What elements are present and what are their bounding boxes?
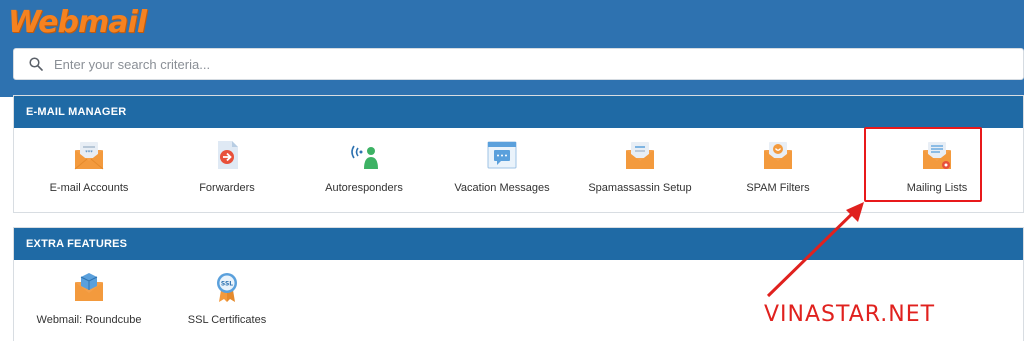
autoresponders-item[interactable]: Autoresponders xyxy=(299,128,429,212)
forwarders-icon xyxy=(218,141,238,169)
top-bar xyxy=(0,0,1024,47)
search-input[interactable] xyxy=(54,53,954,75)
webmail-logo[interactable]: Webmail xyxy=(8,5,147,40)
vacation-messages-label: Vacation Messages xyxy=(454,182,550,194)
watermark-text: VINASTAR.NET xyxy=(764,302,936,327)
ssl-certificates-label: SSL Certificates xyxy=(187,314,267,326)
roundcube-label: Webmail: Roundcube xyxy=(36,314,142,326)
envelope-accounts-icon: *** xyxy=(74,142,104,170)
ssl-certificates-item[interactable]: SSL SSL Certificates xyxy=(162,260,292,341)
search-bar[interactable] xyxy=(13,48,1024,80)
email-accounts-label: E-mail Accounts xyxy=(49,182,129,194)
extra-features-title: EXTRA FEATURES xyxy=(14,228,1023,260)
spamassassin-label: Spamassassin Setup xyxy=(588,182,692,194)
forwarders-item[interactable]: Forwarders xyxy=(162,128,292,212)
vacation-messages-icon xyxy=(487,141,517,169)
spam-filters-icon xyxy=(764,142,792,169)
autoresponders-icon xyxy=(351,145,378,169)
roundcube-icon xyxy=(75,273,103,301)
email-accounts-item[interactable]: *** E-mail Accounts xyxy=(24,128,154,212)
spam-filters-item[interactable]: SPAM Filters xyxy=(713,128,843,212)
spamassassin-icon xyxy=(626,142,654,169)
svg-text:***: *** xyxy=(85,150,93,156)
forwarders-label: Forwarders xyxy=(199,182,255,194)
email-manager-title: E-MAIL MANAGER xyxy=(14,96,1023,128)
autoresponders-label: Autoresponders xyxy=(325,182,403,194)
spam-filters-label: SPAM Filters xyxy=(746,182,810,194)
ssl-certificate-icon: SSL xyxy=(217,273,237,302)
highlight-box xyxy=(864,127,982,202)
svg-text:SSL: SSL xyxy=(221,281,233,288)
roundcube-item[interactable]: Webmail: Roundcube xyxy=(24,260,154,341)
vacation-messages-item[interactable]: Vacation Messages xyxy=(437,128,567,212)
search-icon xyxy=(29,57,43,71)
spamassassin-item[interactable]: Spamassassin Setup xyxy=(575,128,705,212)
